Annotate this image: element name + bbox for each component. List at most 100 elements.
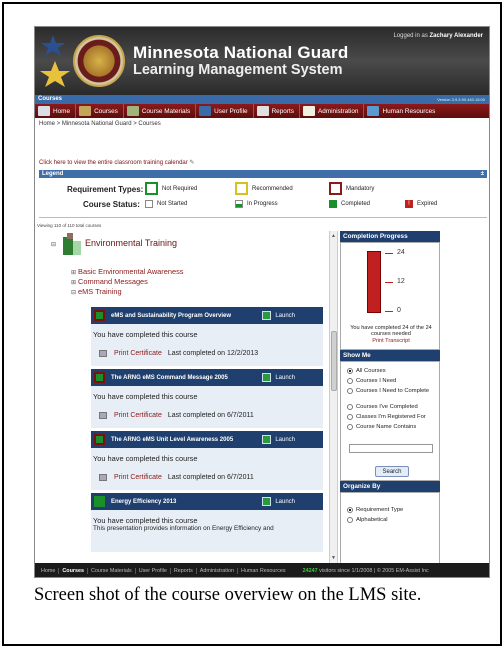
tree-group-environmental[interactable]: Environmental Training (85, 238, 177, 248)
visitor-text: visitors since 1/1/2008 | © 2005 EM-Assi… (319, 568, 429, 574)
radio-course-name-contains[interactable]: Course Name Contains (347, 424, 416, 430)
course-message: You have completed this course (93, 392, 198, 401)
tree-item-ems-training[interactable]: ⊟ eMS Training (71, 287, 122, 296)
scrollbar-thumb[interactable] (331, 331, 337, 391)
organize-by-header: Organize By (340, 481, 440, 492)
nav-course-materials[interactable]: Course Materials (124, 104, 197, 118)
nav-label: Courses (94, 107, 118, 115)
nav-user-profile[interactable]: User Profile (196, 104, 254, 118)
recommended-swatch (235, 182, 248, 195)
sidebar-panel: Completion Progress 24 12 0 You have com… (340, 231, 440, 577)
launch-label: Launch (275, 312, 295, 319)
course-message: You have completed this course (93, 454, 198, 463)
legend-recommended: Recommended (235, 182, 293, 195)
login-status: Logged in as Zachary Alexander (393, 33, 483, 39)
legend-not-started: Not Started (145, 200, 187, 208)
launch-icon (262, 373, 272, 382)
nav-home[interactable]: Home (35, 104, 77, 118)
scroll-up-icon[interactable]: ▲ (331, 233, 336, 239)
completion-progress-header: Completion Progress (340, 231, 440, 242)
footer-course-materials[interactable]: Course Materials (88, 568, 136, 574)
not-started-text: Not Started (157, 201, 188, 207)
radio-label: Courses I Need to Complete (356, 388, 430, 394)
calendar-icon: ✎ (189, 160, 195, 166)
footer-human-resources[interactable]: Human Resources (238, 568, 289, 574)
course-header: eMS and Sustainability Program Overview … (91, 307, 323, 324)
radio-courses-completed[interactable]: Courses I've Completed (347, 404, 418, 410)
launch-button[interactable]: Launch (262, 497, 295, 506)
course-message: You have completed this course (93, 516, 198, 525)
radio-dot (347, 424, 353, 430)
tree-item-basic-environmental[interactable]: ⊞ Basic Environmental Awareness (71, 267, 183, 276)
footer-courses[interactable]: Courses (59, 568, 88, 574)
print-transcript-link[interactable]: Print Transcript (343, 338, 439, 344)
radio-classes-registered[interactable]: Classes I'm Registered For (347, 414, 426, 420)
radio-courses-i-need-to-complete[interactable]: Courses I Need to Complete (347, 388, 429, 394)
radio-courses-i-need[interactable]: Courses I Need (347, 378, 396, 384)
print-certificate-link[interactable]: Print Certificate (114, 350, 162, 357)
print-certificate-link[interactable]: Print Certificate (114, 412, 162, 419)
figure-caption: Screen shot of the course overview on th… (34, 585, 422, 605)
radio-all-courses[interactable]: All Courses (347, 368, 386, 374)
course-body: You have completed this course Print Cer… (91, 386, 323, 428)
launch-button[interactable]: Launch (262, 435, 295, 444)
last-completed: Last completed on 6/7/2011 (167, 474, 254, 481)
launch-label: Launch (275, 436, 295, 443)
section-title-bar: Courses (35, 95, 489, 104)
requirement-types-label: Requirement Types: (67, 185, 144, 194)
launch-button[interactable]: Launch (262, 373, 295, 382)
footer-home[interactable]: Home (38, 568, 60, 574)
nav-reports[interactable]: Reports (254, 104, 300, 118)
radio-alphabetical[interactable]: Alphabetical (347, 517, 388, 523)
launch-button[interactable]: Launch (262, 311, 295, 320)
tick-mark (385, 311, 393, 312)
tree-item-label: Command Messages (78, 277, 148, 286)
radio-label: Courses I've Completed (356, 404, 418, 410)
course-header: The ARNG eMS Command Message 2005 Launch (91, 369, 323, 386)
recommended-text: Recommended (252, 185, 293, 192)
radio-dot (347, 404, 353, 410)
radio-label: All Courses (356, 368, 386, 374)
group-collapse-toggle[interactable]: ⊟ (51, 239, 58, 248)
login-text: Logged in as (393, 33, 428, 39)
last-completed: Last completed on 12/2/2013 (167, 350, 259, 357)
scroll-down-icon[interactable]: ▼ (331, 555, 336, 561)
course-card: The ARNG eMS Command Message 2005 Launch… (91, 369, 323, 428)
legend-in-progress: In Progress (235, 200, 278, 208)
nav-human-resources[interactable]: Human Resources (364, 104, 440, 118)
print-certificate-link[interactable]: Print Certificate (114, 474, 162, 481)
course-card: eMS and Sustainability Program Overview … (91, 307, 323, 366)
tree-item-command-messages[interactable]: ⊞ Command Messages (71, 277, 148, 286)
course-title: Energy Efficiency 2013 (111, 498, 177, 505)
course-title: The ARNG eMS Command Message 2005 (111, 374, 228, 381)
tree-item-label: Basic Environmental Awareness (78, 267, 184, 276)
course-description: This presentation provides information o… (93, 525, 274, 532)
nav-label: User Profile (214, 107, 248, 115)
completed-swatch (329, 200, 337, 208)
nav-administration[interactable]: Administration (300, 104, 365, 118)
legend-toggle[interactable]: ± (481, 170, 484, 178)
nav-courses[interactable]: Courses (76, 104, 124, 118)
search-button[interactable]: Search (375, 466, 409, 477)
legend-header: Legend ± (39, 170, 487, 178)
certificate-row: Print Certificate Last completed on 6/7/… (99, 412, 254, 419)
footer-user-profile[interactable]: User Profile (136, 568, 171, 574)
radio-requirement-type[interactable]: Requirement Type (347, 507, 403, 513)
expired-text: Expired (417, 201, 438, 207)
last-completed: Last completed on 6/7/2011 (167, 412, 254, 419)
radio-dot (347, 378, 353, 384)
tree-scrollbar[interactable]: ▲ ▼ (329, 231, 338, 563)
footer-reports[interactable]: Reports (171, 568, 197, 574)
course-name-input[interactable] (349, 444, 433, 453)
figure-frame: Minnesota National Guard Learning Manage… (2, 2, 502, 646)
calendar-link[interactable]: Click here to view the entire classroom … (39, 159, 194, 166)
progress-tick-min: 0 (397, 307, 401, 314)
course-title: The ARNG eMS Unit Level Awareness 2005 (111, 436, 234, 443)
footer-administration[interactable]: Administration (197, 568, 238, 574)
main-nav: Home Courses Course Materials User Profi… (35, 104, 489, 118)
courses-icon (79, 106, 92, 116)
course-body: You have completed this course Print Cer… (91, 324, 323, 366)
breadcrumb[interactable]: Home > Minnesota National Guard > Course… (39, 121, 161, 127)
progress-tick-mid: 12 (397, 278, 405, 285)
course-card: The ARNG eMS Unit Level Awareness 2005 L… (91, 431, 323, 490)
